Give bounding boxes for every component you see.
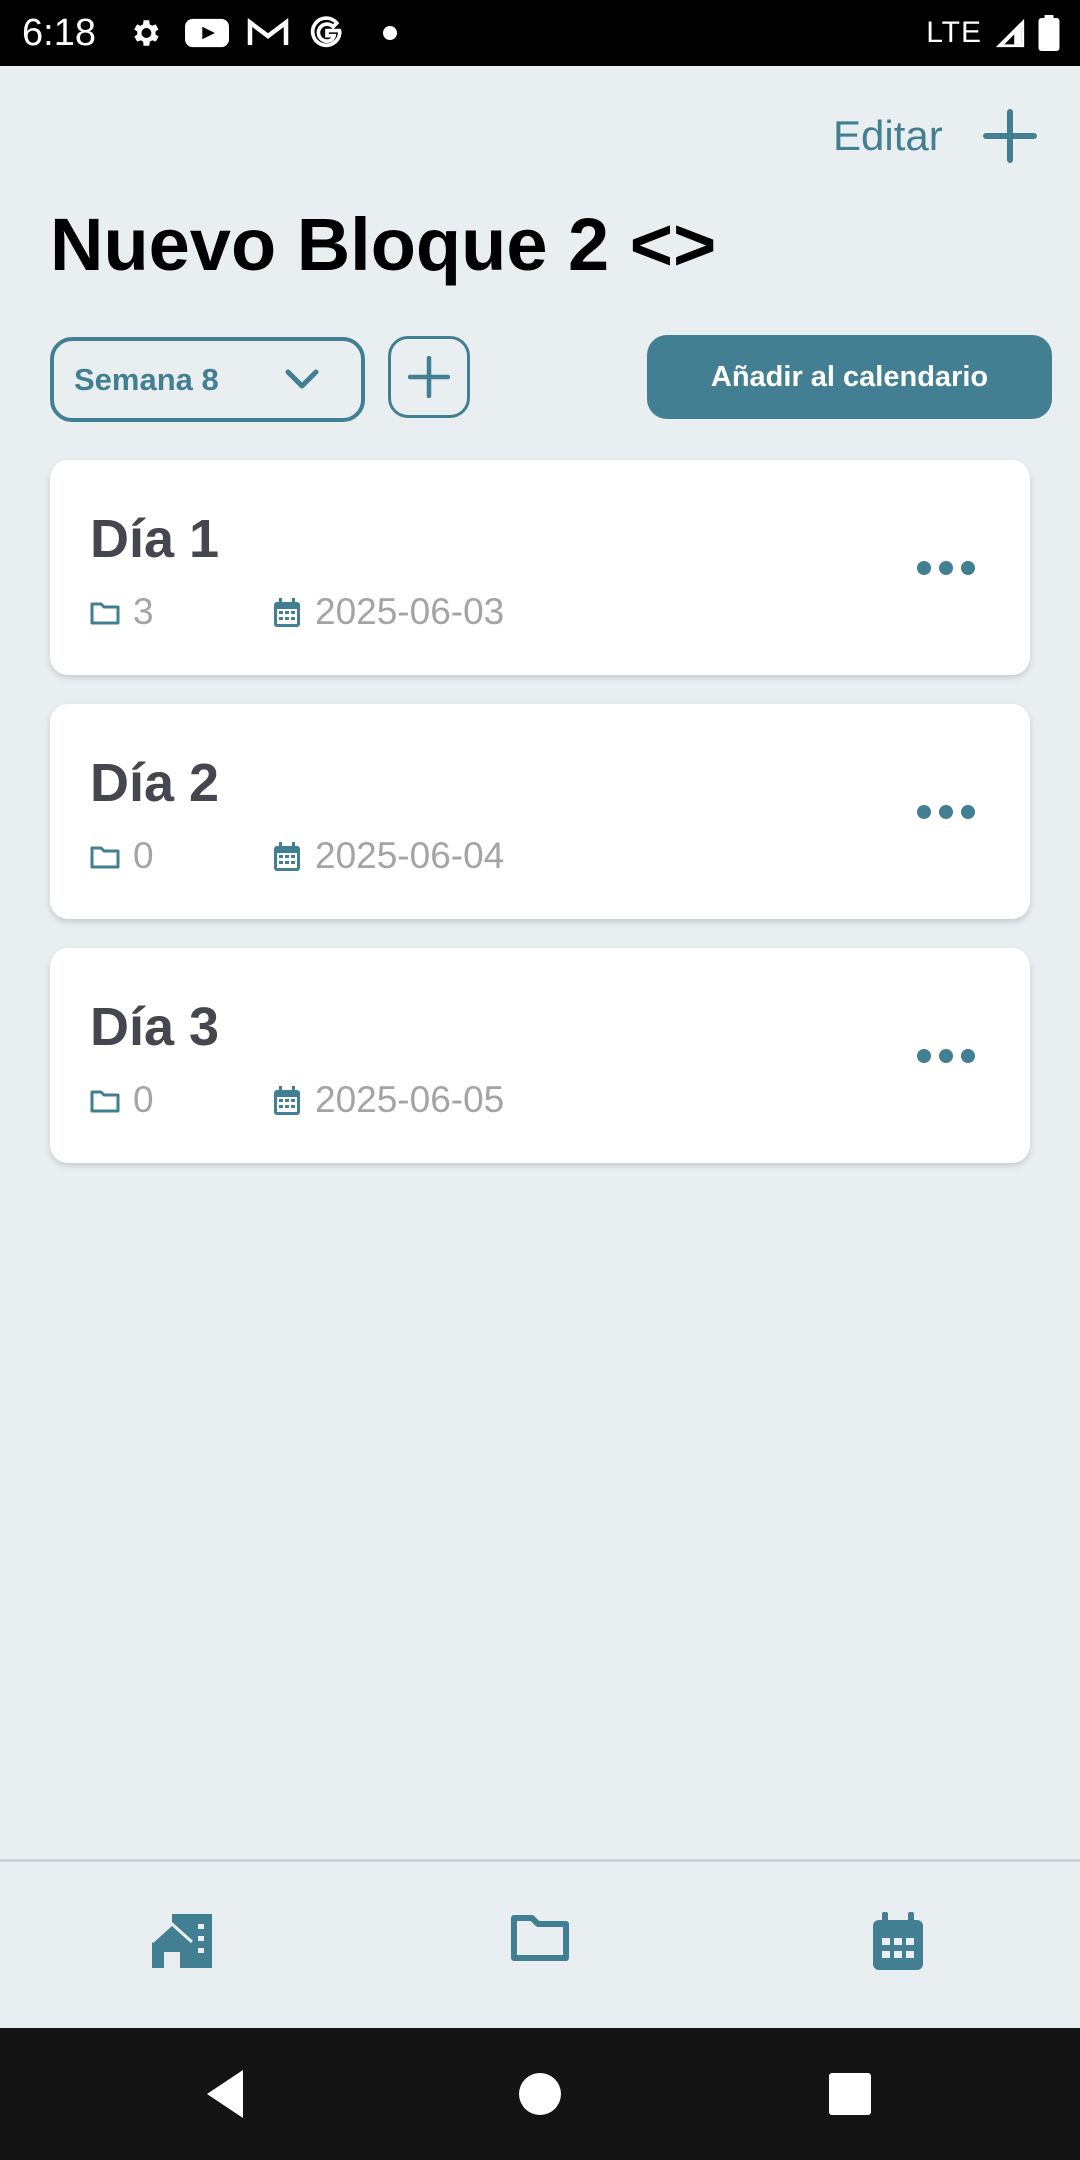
folder-icon [90, 1090, 120, 1113]
day-card[interactable]: Día 1 3 2025-06-03 [50, 460, 1030, 675]
nav-home[interactable] [135, 1902, 225, 1982]
day-date: 2025-06-04 [315, 835, 505, 876]
battery-icon [1038, 15, 1060, 51]
system-nav-bar [0, 2028, 1080, 2160]
add-week-button[interactable] [388, 336, 470, 418]
folder-count: 3 [133, 591, 154, 632]
chevron-down-icon [285, 369, 319, 389]
dot-icon [383, 26, 397, 40]
folder-icon [511, 1915, 569, 1961]
more-options-icon[interactable] [914, 550, 978, 586]
plus-icon [408, 356, 450, 398]
google-icon [310, 16, 342, 48]
back-icon[interactable] [195, 2064, 255, 2124]
day-title: Día 2 [90, 753, 220, 813]
calendar-icon [274, 1086, 300, 1115]
add-icon[interactable] [980, 108, 1040, 164]
nav-calendar[interactable] [855, 1902, 945, 1982]
week-select-value: Semana 8 [74, 362, 219, 397]
home-button-icon[interactable] [510, 2064, 570, 2124]
add-to-calendar-button[interactable]: Añadir al calendario [647, 335, 1052, 419]
folder-count: 0 [133, 835, 154, 876]
edit-button[interactable]: Editar [833, 108, 943, 164]
day-title: Día 1 [90, 509, 220, 569]
youtube-icon [185, 18, 229, 48]
calendar-icon [274, 598, 300, 627]
day-card[interactable]: Día 3 0 2025-06-05 [50, 948, 1030, 1163]
home-icon [150, 1914, 212, 1968]
calendar-icon [274, 842, 300, 871]
status-right: LTE [926, 10, 1060, 56]
gear-icon [134, 20, 159, 46]
more-options-icon[interactable] [914, 1038, 978, 1074]
network-label: LTE [926, 16, 982, 49]
gmail-icon [247, 18, 289, 45]
recents-icon[interactable] [820, 2064, 880, 2124]
bottom-nav [0, 1859, 1080, 2031]
day-title: Día 3 [90, 997, 220, 1057]
nav-folders[interactable] [495, 1902, 585, 1982]
folder-count: 0 [133, 1079, 154, 1120]
page-title: Nuevo Bloque 2 <> [50, 203, 717, 286]
signal-icon [995, 18, 1025, 48]
calendar-icon [873, 1912, 923, 1970]
week-select[interactable]: Semana 8 [50, 337, 365, 422]
status-bar: 6:18 LTE [0, 0, 1080, 66]
more-options-icon[interactable] [914, 794, 978, 830]
status-time: 6:18 [22, 12, 96, 54]
day-card[interactable]: Día 2 0 2025-06-04 [50, 704, 1030, 919]
folder-icon [90, 846, 120, 869]
folder-icon [90, 602, 120, 625]
day-date: 2025-06-05 [315, 1079, 505, 1120]
day-date: 2025-06-03 [315, 591, 505, 632]
